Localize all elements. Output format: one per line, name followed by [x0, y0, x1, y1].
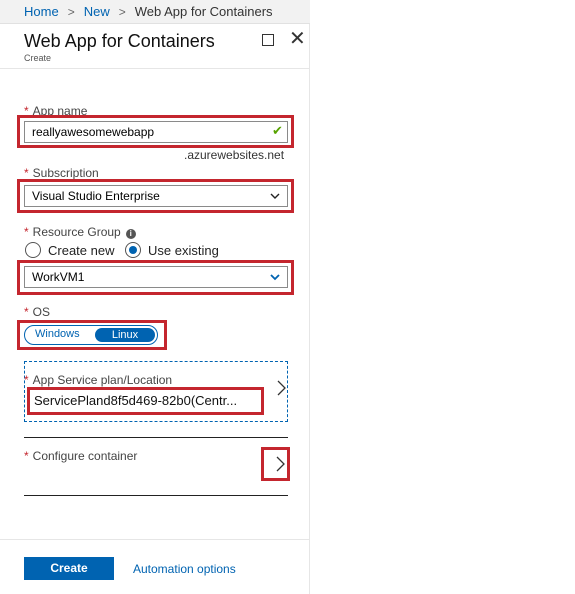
- automation-options-link[interactable]: Automation options: [133, 562, 236, 576]
- create-blade: Home > New > Web App for Containers Web App …: [0, 0, 310, 594]
- breadcrumb-separator: >: [67, 5, 75, 19]
- radio-create-new[interactable]: [25, 242, 41, 258]
- configure-container-label: * Configure container: [24, 449, 137, 463]
- subscription-label: * Subscription: [24, 166, 99, 180]
- os-label: * OS: [24, 305, 50, 319]
- resource-group-select[interactable]: WorkVM1: [24, 266, 288, 288]
- close-icon[interactable]: ✕: [289, 29, 306, 49]
- header-divider: [0, 68, 310, 69]
- section-divider: [24, 437, 288, 438]
- subscription-select[interactable]: Visual Studio Enterprise: [24, 185, 288, 207]
- app-service-plan-label-text: App Service plan/Location: [32, 373, 173, 387]
- domain-suffix: .azurewebsites.net: [184, 148, 285, 162]
- resource-group-selected: WorkVM1: [32, 270, 85, 284]
- app-service-plan-label: * App Service plan/Location: [24, 373, 172, 387]
- radio-create-new-label[interactable]: Create new: [48, 243, 114, 258]
- os-label-text: OS: [32, 305, 51, 319]
- resource-group-label: * Resource Group i: [24, 225, 136, 239]
- required-mark: *: [24, 373, 29, 387]
- create-button[interactable]: Create: [24, 557, 114, 580]
- app-service-plan-value: ServicePland8f5d469-82b0(Centr...: [34, 393, 238, 408]
- info-icon[interactable]: i: [125, 229, 136, 239]
- required-mark: *: [24, 305, 29, 319]
- breadcrumb: Home > New > Web App for Containers: [0, 0, 310, 24]
- subscription-selected: Visual Studio Enterprise: [32, 189, 160, 203]
- radio-use-existing[interactable]: [125, 242, 141, 258]
- os-option-windows[interactable]: Windows: [35, 328, 80, 340]
- breadcrumb-new[interactable]: New: [84, 4, 110, 19]
- chevron-down-icon: [270, 193, 280, 199]
- chevron-right-icon[interactable]: [275, 380, 287, 396]
- breadcrumb-current: Web App for Containers: [134, 4, 273, 19]
- page-subtitle: Create: [24, 53, 52, 63]
- section-divider: [24, 495, 288, 496]
- page-title: Web App for Containers: [24, 31, 215, 51]
- subscription-label-text: Subscription: [32, 166, 99, 180]
- resource-group-label-text: Resource Group: [32, 225, 121, 239]
- app-name-input[interactable]: reallyawesomewebapp: [24, 121, 288, 143]
- radio-use-existing-label[interactable]: Use existing: [148, 243, 219, 258]
- chevron-right-icon[interactable]: [274, 456, 286, 472]
- configure-container-label-text: Configure container: [32, 449, 138, 463]
- required-mark: *: [24, 449, 29, 463]
- footer-divider: [0, 539, 310, 540]
- maximize-icon[interactable]: [262, 34, 274, 46]
- breadcrumb-home[interactable]: Home: [24, 4, 59, 19]
- breadcrumb-separator: >: [118, 5, 126, 19]
- os-toggle[interactable]: Windows Linux: [24, 325, 158, 345]
- valid-check-icon: ✔: [272, 123, 283, 138]
- required-mark: *: [24, 225, 29, 239]
- os-option-linux[interactable]: Linux: [95, 328, 155, 342]
- chevron-down-icon: [270, 274, 280, 281]
- required-mark: *: [24, 166, 29, 180]
